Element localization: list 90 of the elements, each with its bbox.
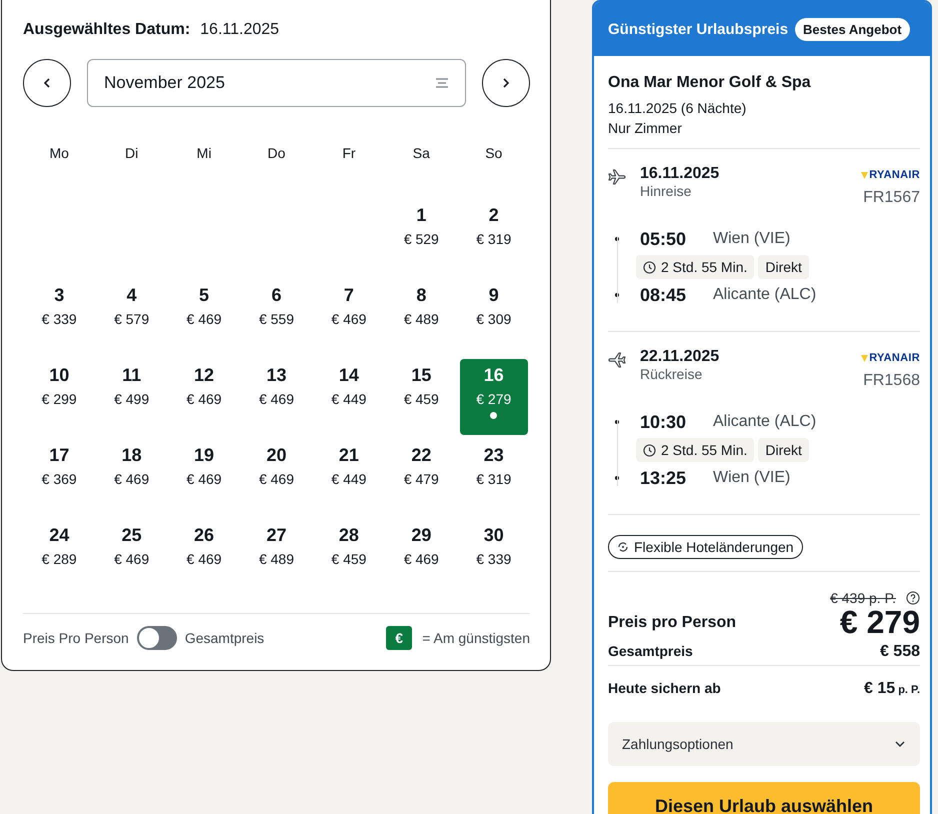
previous-month-button[interactable]	[23, 59, 71, 107]
departure-time: 05:50	[640, 228, 688, 250]
calendar-day[interactable]: 24 € 289	[25, 519, 94, 595]
duration-chip: 2 Std. 55 Min.	[636, 438, 754, 462]
flexible-hotel-changes-chip[interactable]: Flexible Hoteländerungen	[608, 535, 803, 559]
calendar-day[interactable]: 3 € 339	[25, 279, 94, 355]
original-price: € 439 p. P.	[830, 590, 896, 606]
flight-date: 16.11.2025	[640, 165, 720, 183]
selected-date-value: 16.11.2025	[200, 21, 280, 39]
flight-number: FR1567	[863, 189, 920, 207]
calendar-day[interactable]: 2 € 319	[460, 199, 528, 275]
selected-date-label: Ausgewähltes Datum:	[23, 21, 190, 39]
deposit-unit: p. P.	[898, 684, 920, 696]
calendar-day[interactable]: 6 € 559	[242, 279, 310, 355]
total-price: € 558	[880, 643, 920, 661]
calendar-day[interactable]: 8 € 489	[387, 279, 456, 355]
deposit-amount: € 15	[864, 680, 896, 698]
weekday-label: So	[484, 145, 504, 163]
arrival-airport: Alicante (ALC)	[713, 286, 816, 304]
payment-options-dropdown[interactable]: Zahlungsoptionen	[608, 722, 920, 766]
clock-icon	[643, 444, 656, 456]
flight-number: FR1568	[863, 372, 920, 390]
calendar-day[interactable]: 21 € 449	[314, 439, 383, 515]
calendar-day[interactable]: 17 € 369	[25, 439, 94, 515]
select-holiday-button[interactable]: Diesen Urlaub auswählen	[608, 782, 920, 814]
duration-chip: 2 Std. 55 Min.	[636, 255, 754, 279]
airline-logo: RYANAIR	[861, 352, 920, 364]
departure-airport: Alicante (ALC)	[713, 413, 816, 431]
calendar-day[interactable]: 13 € 469	[242, 359, 310, 435]
calendar-day[interactable]: 14 € 449	[314, 359, 383, 435]
board-type: Nur Zimmer	[608, 119, 683, 138]
deposit-label: Heute sichern ab	[608, 680, 721, 698]
toggle-label: Gesamtpreis	[184, 630, 264, 646]
offer-title: Günstigster Urlaubspreis	[608, 20, 788, 38]
refresh-icon	[617, 541, 629, 553]
toggle-label: Preis Pro Person	[23, 630, 129, 646]
departure-airport: Wien (VIE)	[713, 230, 790, 248]
calendar-day[interactable]: 18 € 469	[98, 439, 166, 515]
arrival-time: 08:45	[640, 284, 688, 306]
calendar-day[interactable]: 4 € 579	[98, 279, 166, 355]
next-month-button[interactable]	[482, 59, 530, 107]
arrival-time: 13:25	[640, 468, 688, 488]
stay-dates: 16.11.2025 (6 Nächte)	[608, 99, 748, 118]
calendar-day[interactable]: 19 € 469	[170, 439, 238, 515]
direct-flight-chip: Direkt	[758, 255, 809, 279]
price-per-person: € 279	[840, 604, 920, 641]
calendar-day[interactable]: 23 € 319	[460, 439, 528, 515]
hotel-name: Ona Mar Menor Golf & Spa	[608, 74, 812, 92]
legend-label: = Am günstigsten	[422, 630, 530, 646]
calendar-day[interactable]: 22 € 479	[387, 439, 456, 515]
flight-date: 22.11.2025	[640, 348, 720, 366]
weekday-label: Fr	[341, 145, 357, 163]
calendar-day[interactable]: 1 € 529	[387, 199, 456, 275]
calendar-day[interactable]: 12 € 469	[170, 359, 238, 435]
total-price-label: Gesamtpreis	[608, 643, 693, 661]
help-icon[interactable]	[906, 591, 920, 605]
direct-flight-chip: Direkt	[758, 438, 809, 462]
calendar-day[interactable]: 5 € 469	[170, 279, 238, 355]
calendar-day[interactable]: 25 € 469	[98, 519, 166, 595]
calendar-day[interactable]: 28 € 459	[314, 519, 383, 595]
weekday-label: Mi	[196, 145, 212, 163]
plane-icon	[608, 352, 626, 368]
departure-time: 10:30	[640, 412, 688, 432]
weekday-label: Mo	[48, 145, 70, 163]
clock-icon	[643, 260, 656, 274]
plane-icon	[608, 169, 626, 185]
airline-logo: RYANAIR	[861, 169, 920, 181]
best-offer-badge: Bestes Angebot	[795, 18, 910, 40]
calendar-day[interactable]: 29 € 469	[387, 519, 456, 595]
calendar-day[interactable]: 15 € 459	[387, 359, 456, 435]
weekday-label: Sa	[412, 145, 431, 163]
cheapest-legend-badge: €	[386, 626, 412, 650]
calendar-day[interactable]: 16 € 279	[460, 359, 528, 435]
price-per-person-label: Preis pro Person	[608, 614, 736, 632]
calendar-day[interactable]: 20 € 469	[242, 439, 310, 515]
calendar-day[interactable]: 27 € 489	[242, 519, 310, 595]
price-toggle[interactable]	[136, 626, 177, 650]
arrival-airport: Wien (VIE)	[713, 469, 790, 487]
flight-direction: Hinreise	[640, 183, 692, 199]
calendar-day[interactable]: 30 € 339	[460, 519, 528, 595]
calendar-day[interactable]: 11 € 499	[98, 359, 166, 435]
calendar-day[interactable]: 10 € 299	[25, 359, 94, 435]
weekday-label: Di	[124, 145, 140, 163]
flight-direction: Rückreise	[640, 366, 704, 382]
calendar-day[interactable]: 9 € 309	[460, 279, 528, 355]
list-icon	[435, 77, 449, 89]
month-select[interactable]: November 2025	[87, 59, 466, 107]
weekday-label: Do	[266, 145, 286, 163]
calendar-day[interactable]: 7 € 469	[314, 279, 383, 355]
calendar-day[interactable]: 26 € 469	[170, 519, 238, 595]
